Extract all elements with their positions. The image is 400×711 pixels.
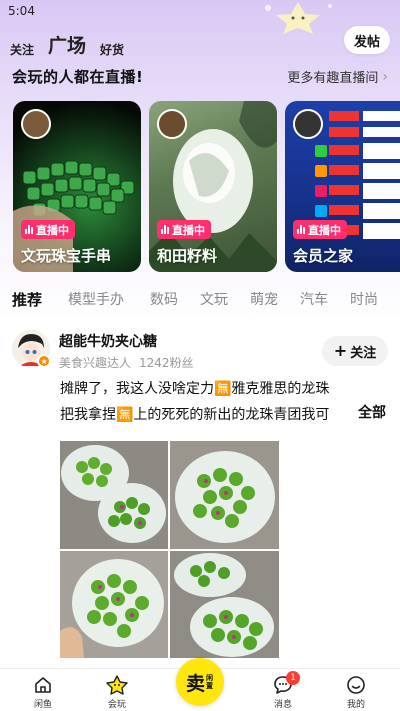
pea-snack-image <box>60 559 164 658</box>
live-card[interactable]: 直播中 文玩珠宝手串 <box>13 101 141 272</box>
sell-button-label: 卖 <box>185 672 205 695</box>
live-more-link[interactable]: 更多有趣直播间 › <box>287 67 388 87</box>
sell-button[interactable]: 卖 闲置 <box>176 658 224 706</box>
live-bars-icon <box>161 225 169 234</box>
category-tab-digital[interactable]: 数码 <box>150 289 200 310</box>
feed-post: ★ 超能牛奶夹心糖 美食兴趣达人 1242粉丝 + 关注 摊牌了，我这人没啥定力… <box>0 318 400 668</box>
streamer-avatar <box>157 109 187 139</box>
live-section-title: 会玩的人都在直播! <box>12 68 144 86</box>
live-bars-icon <box>25 225 33 234</box>
post-photo[interactable] <box>170 441 279 549</box>
streamer-avatar <box>21 109 51 139</box>
category-tab-pets[interactable]: 萌宠 <box>250 289 300 310</box>
tab-home[interactable]: 闲鱼 <box>18 675 68 710</box>
post-photo[interactable] <box>60 551 168 658</box>
live-card[interactable]: 直播中 和田籽料 <box>149 101 277 272</box>
tab-huiwan[interactable]: 会玩 <box>92 675 142 710</box>
live-card-title: 会员之家 <box>293 247 354 265</box>
tab-home-label: 闲鱼 <box>33 700 52 710</box>
post-photo[interactable] <box>60 441 168 549</box>
star-icon <box>106 675 128 695</box>
category-tab-models[interactable]: 模型手办 <box>68 289 150 310</box>
nav-tab-square[interactable]: 广场 <box>46 31 89 58</box>
status-time: 5:04 <box>8 4 35 18</box>
user-tag: 美食兴趣达人 <box>59 356 132 370</box>
category-tab-fashion[interactable]: 时尚 <box>350 289 400 310</box>
post-photo[interactable] <box>170 551 279 658</box>
streamer-avatar <box>293 109 323 139</box>
profile-icon <box>347 676 365 694</box>
pea-snack-image <box>174 553 274 657</box>
post-photos <box>60 441 279 658</box>
post-text: 摊牌了，我这人没啥定力🈚雅克雅思的龙珠把我拿捏🈚上的死死的新出的龙珠青团我可 <box>60 381 330 423</box>
user-meta: 美食兴趣达人 1242粉丝 <box>59 354 194 371</box>
message-badge: 1 <box>286 671 300 685</box>
sell-button-sublabel: 闲置 <box>206 674 213 690</box>
pea-snack-image <box>175 451 275 543</box>
category-tab-cars[interactable]: 汽车 <box>300 289 350 310</box>
live-cards: 直播中 文玩珠宝手串 直播中 和田籽料 直播中 会员之家 <box>13 101 400 272</box>
nav-tab-follow[interactable]: 关注 <box>10 41 34 58</box>
fans-count: 1242粉丝 <box>139 356 194 370</box>
category-tabs: 推荐 模型手办 数码 文玩 萌宠 汽车 时尚 <box>12 289 400 310</box>
follow-label: 关注 <box>350 345 377 361</box>
pea-snack-image <box>61 445 166 543</box>
home-icon <box>35 677 51 693</box>
chevron-right-icon: › <box>382 68 388 85</box>
live-badge-label: 直播中 <box>308 223 341 237</box>
category-tab-recommend[interactable]: 推荐 <box>12 289 68 310</box>
live-badge-label: 直播中 <box>36 223 69 237</box>
nav-tab-goods[interactable]: 好货 <box>100 41 124 58</box>
top-nav: 关注 广场 好货 <box>10 30 124 58</box>
plus-icon: + <box>333 341 348 360</box>
talent-badge-icon: ★ <box>37 354 51 368</box>
category-tab-collectibles[interactable]: 文玩 <box>200 289 250 310</box>
live-bars-icon <box>297 225 305 234</box>
live-card-title: 文玩珠宝手串 <box>21 247 112 265</box>
post-button[interactable]: 发帖 <box>344 26 390 54</box>
live-card[interactable]: 直播中 会员之家 <box>285 101 400 272</box>
tab-messages-label: 消息 <box>273 700 292 710</box>
tab-messages[interactable]: 消息 <box>258 675 308 710</box>
live-badge-label: 直播中 <box>172 223 205 237</box>
live-card-title: 和田籽料 <box>157 247 218 265</box>
star-mascot-icon <box>265 2 332 34</box>
live-badge: 直播中 <box>21 220 75 239</box>
tab-huiwan-label: 会玩 <box>107 700 126 710</box>
expand-link[interactable]: 全部 <box>354 402 386 422</box>
live-badge: 直播中 <box>157 220 211 239</box>
live-badge: 直播中 <box>293 220 347 239</box>
live-more-label: 更多有趣直播间 <box>287 71 379 86</box>
user-name[interactable]: 超能牛奶夹心糖 <box>59 331 157 351</box>
tab-profile-label: 我的 <box>346 700 365 710</box>
follow-button[interactable]: + 关注 <box>322 336 388 366</box>
tab-profile[interactable]: 我的 <box>331 675 381 710</box>
